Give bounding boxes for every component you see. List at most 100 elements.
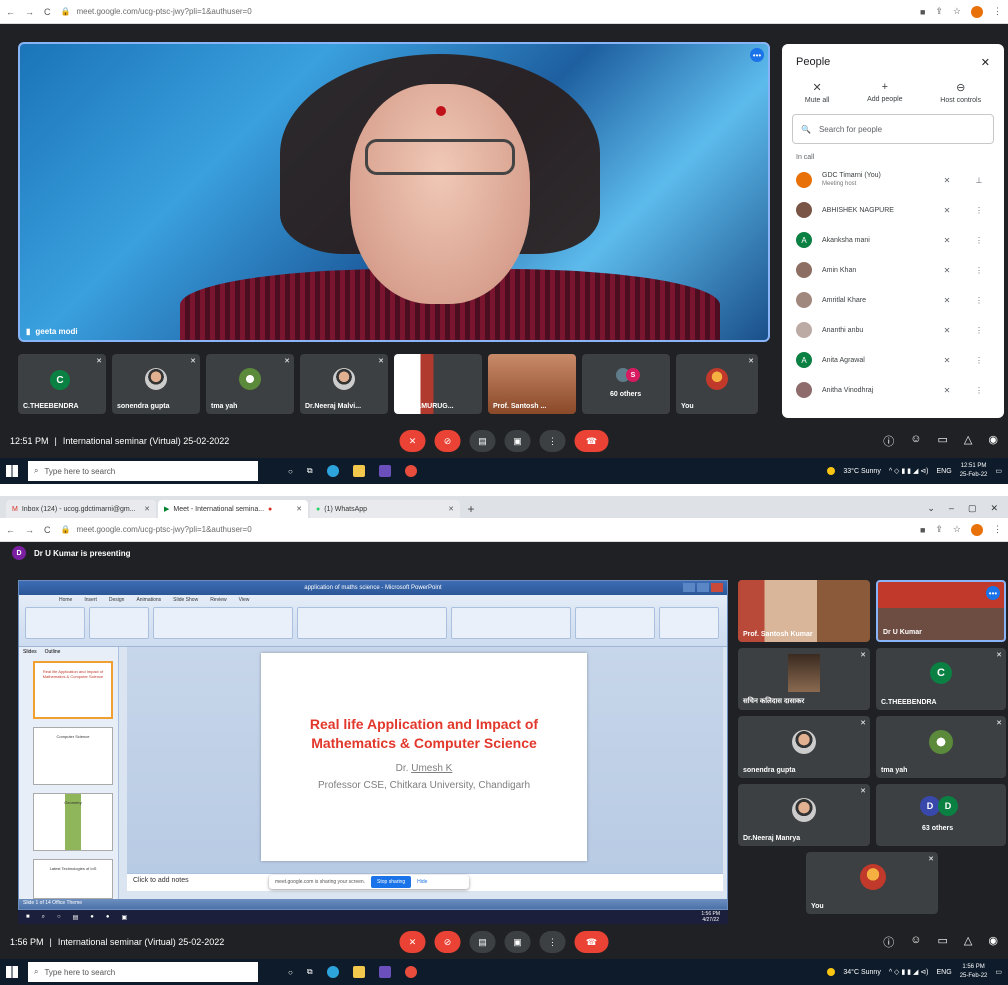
host-lock-icon[interactable]: ◉ <box>988 433 998 449</box>
profile-avatar[interactable] <box>971 5 983 18</box>
close-tab-icon[interactable]: ✕ <box>448 505 454 513</box>
task-view-icon[interactable]: ⧉ <box>307 466 313 476</box>
mic-toggle-button[interactable]: ✕ <box>399 430 426 452</box>
more-vert-icon[interactable]: ⋮ <box>968 356 990 365</box>
participant-row[interactable]: A Akanksha mani ✕ ⋮ <box>782 225 1004 255</box>
windows-start-icon[interactable] <box>6 465 18 477</box>
maximize-icon[interactable]: ▢ <box>968 503 977 514</box>
participant-tile[interactable]: ✕ Dr.Neeraj Manrya <box>738 784 870 846</box>
leave-call-button[interactable]: ☎ <box>574 931 609 953</box>
thumb-tile[interactable]: Prof. Santosh ... <box>488 354 576 414</box>
more-vert-icon[interactable]: ⋮ <box>968 206 990 215</box>
leave-call-button[interactable]: ☎ <box>574 430 609 452</box>
participant-tile-self[interactable]: ✕ You <box>806 852 938 914</box>
cortana-icon[interactable]: ○ <box>288 968 293 977</box>
ribbon-tab[interactable]: Insert <box>84 597 97 603</box>
windows-start-icon[interactable] <box>6 966 18 978</box>
host-lock-icon[interactable]: ◉ <box>988 934 998 950</box>
url-field[interactable]: 🔒 meet.google.com/ucg-ptsc-jwy?pli=1&auth… <box>61 525 910 534</box>
chat-icon[interactable]: ▭ <box>938 433 948 449</box>
mic-off-icon[interactable]: ✕ <box>936 206 958 215</box>
ribbon-tab[interactable]: Design <box>109 597 125 603</box>
info-icon[interactable]: ⓘ <box>883 934 894 950</box>
more-vert-icon[interactable]: ⋮ <box>968 236 990 245</box>
slides-group[interactable] <box>89 607 149 639</box>
thumb-tile[interactable]: Dr S.V.MURUG... <box>394 354 482 414</box>
slide-thumb[interactable]: Computer Science <box>33 727 113 785</box>
slide-thumb[interactable]: Latest Technologies of IoS <box>33 859 113 899</box>
people-icon[interactable]: ☺ <box>910 934 921 950</box>
participant-tile[interactable]: ✕ C C.THEEBENDRA <box>876 648 1006 710</box>
app-icon[interactable] <box>378 966 391 978</box>
notification-icon[interactable]: ▭ <box>995 968 1002 976</box>
more-vert-icon[interactable]: ⋮ <box>968 266 990 275</box>
current-slide[interactable]: Real life Application and Impact of Math… <box>261 653 587 861</box>
stop-sharing-button[interactable]: Stop sharing <box>371 876 412 888</box>
share-icon[interactable]: ⇪ <box>935 6 943 17</box>
editing-group[interactable] <box>659 607 719 639</box>
ribbon-tab[interactable]: View <box>239 597 250 603</box>
task-view-icon[interactable]: ⧉ <box>307 967 313 977</box>
mic-off-icon[interactable]: ✕ <box>936 326 958 335</box>
present-button[interactable]: ▣ <box>504 430 531 452</box>
camera-toggle-button[interactable]: ⊘ <box>434 430 461 452</box>
ribbon-tab[interactable]: Animations <box>136 597 161 603</box>
quick-styles-group[interactable] <box>575 607 655 639</box>
pin-icon[interactable]: ⊥ <box>968 176 990 185</box>
drawing-group[interactable] <box>451 607 571 639</box>
pane-tab[interactable]: Slides <box>23 649 37 655</box>
participant-row[interactable]: GDC Timarni (You) Meeting host ✕ ⊥ <box>782 165 1004 195</box>
chat-icon[interactable]: ▭ <box>938 934 948 950</box>
forward-icon[interactable]: → <box>25 525 34 535</box>
file-explorer-icon[interactable] <box>352 966 365 978</box>
reload-icon[interactable]: C <box>44 7 51 17</box>
main-speaker-video[interactable]: ••• ▮ geeta modi <box>18 42 770 342</box>
activities-icon[interactable]: △ <box>964 934 972 950</box>
notification-icon[interactable]: ▭ <box>995 467 1002 475</box>
participant-row[interactable]: Ananthi anbu ✕ ⋮ <box>782 315 1004 345</box>
profile-avatar[interactable] <box>971 523 983 536</box>
tile-more-icon[interactable]: ••• <box>986 586 1000 600</box>
more-vert-icon[interactable]: ⋮ <box>968 386 990 395</box>
bookmark-star-icon[interactable]: ☆ <box>953 524 961 535</box>
activities-icon[interactable]: △ <box>964 433 972 449</box>
more-options-button[interactable]: ⋮ <box>539 931 566 953</box>
ribbon-tab[interactable]: Review <box>210 597 226 603</box>
camera-indicator-icon[interactable]: ■ <box>920 525 925 535</box>
mic-off-icon[interactable]: ✕ <box>936 296 958 305</box>
more-options-button[interactable]: ⋮ <box>539 430 566 452</box>
new-tab-button[interactable]: + <box>462 500 480 518</box>
reload-icon[interactable]: C <box>44 525 51 535</box>
close-window-icon[interactable] <box>711 583 723 592</box>
thumb-tile[interactable]: S 60 others <box>582 354 670 414</box>
edge-icon[interactable] <box>326 966 339 978</box>
tray-icons[interactable]: ^ ◇ ▮ ▮ ◢ ⊲) <box>889 467 929 475</box>
participant-row[interactable]: Amritlal Khare ✕ ⋮ <box>782 285 1004 315</box>
close-icon[interactable]: ✕ <box>981 56 990 69</box>
mute-all-button[interactable]: ✕ Mute all <box>805 81 830 104</box>
thumb-tile[interactable]: ✕ tma yah <box>206 354 294 414</box>
shared-screen-powerpoint[interactable]: application of maths science - Microsoft… <box>18 580 728 910</box>
mic-off-icon[interactable]: ✕ <box>936 386 958 395</box>
taskbar-clock[interactable]: 1:56 PM 25-Feb-22 <box>960 963 988 981</box>
edge-icon[interactable] <box>326 465 339 477</box>
participant-tile[interactable]: ✕ sonendra gupta <box>738 716 870 778</box>
share-icon[interactable]: ⇪ <box>935 524 943 535</box>
maximize-icon[interactable] <box>697 583 709 592</box>
taskbar-search[interactable]: ⌕ Type here to search <box>28 962 258 982</box>
participant-row[interactable]: Amin Khan ✕ ⋮ <box>782 255 1004 285</box>
people-icon[interactable]: ☺ <box>910 433 921 449</box>
participant-tile[interactable]: Prof. Santosh Kumar <box>738 580 870 642</box>
more-vert-icon[interactable]: ⋮ <box>968 296 990 305</box>
slide-thumb[interactable]: Real life Application and Impact of Math… <box>33 661 113 719</box>
mic-off-icon[interactable]: ✕ <box>936 266 958 275</box>
pane-tab[interactable]: Outline <box>45 649 61 655</box>
thumb-tile[interactable]: ✕ Dr.Neeraj Malvi... <box>300 354 388 414</box>
pin-icon[interactable]: ▮ <box>26 327 30 336</box>
minimize-icon[interactable]: – <box>949 503 954 513</box>
thumb-tile[interactable]: ✕ sonendra gupta <box>112 354 200 414</box>
participant-tile-others[interactable]: D D 63 others <box>876 784 1006 846</box>
tab-search-icon[interactable]: ⌄ <box>927 503 935 514</box>
camera-indicator-icon[interactable]: ■ <box>920 7 925 17</box>
captions-button[interactable]: ▤ <box>469 931 496 953</box>
